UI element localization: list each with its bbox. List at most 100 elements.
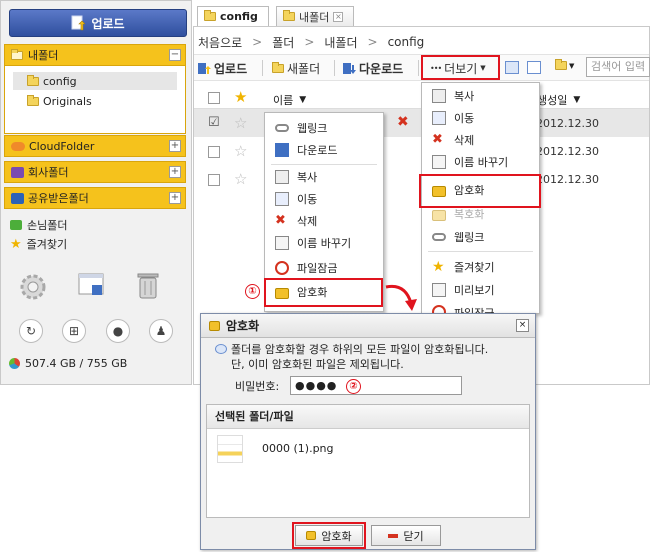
window-search-icon[interactable] bbox=[77, 270, 107, 300]
trash-icon[interactable] bbox=[133, 270, 163, 300]
search-input[interactable]: 검색어 입력 bbox=[586, 57, 650, 77]
menu-item-move[interactable]: 이동 bbox=[265, 188, 383, 210]
dialog-close-button[interactable]: × bbox=[516, 319, 529, 332]
company-folder-icon bbox=[11, 166, 24, 178]
breadcrumb-folder[interactable]: 폴더 bbox=[272, 34, 294, 51]
toolbar-download-button[interactable]: 다운로드 bbox=[343, 59, 403, 77]
company-folder-header[interactable]: 회사폴더 + bbox=[4, 161, 186, 183]
windows-icon[interactable]: ⊞ bbox=[62, 319, 86, 343]
folder-dropdown[interactable]: ▼ bbox=[555, 59, 574, 70]
menu-item-file-lock[interactable]: 파일잠금 bbox=[265, 257, 383, 279]
shared-folder-icon bbox=[11, 192, 24, 204]
cloud-icon bbox=[11, 141, 25, 151]
checkbox-checked[interactable]: ☑ bbox=[208, 116, 220, 129]
delete-icon: ✖ bbox=[275, 213, 286, 228]
breadcrumb-separator: > bbox=[367, 35, 378, 49]
my-folder-label: 내폴더 bbox=[28, 49, 59, 62]
link-icon bbox=[432, 233, 446, 241]
expand-icon[interactable]: + bbox=[169, 192, 181, 204]
cloud-folder-header[interactable]: CloudFolder + bbox=[4, 135, 186, 157]
menu-item-rename[interactable]: 이름 바꾸기 bbox=[265, 232, 383, 254]
tree-item-config[interactable]: config bbox=[13, 72, 177, 90]
upload-button[interactable]: 업로드 bbox=[9, 9, 187, 37]
menu-item-copy[interactable]: 복사 bbox=[265, 166, 383, 188]
row-checkbox[interactable] bbox=[208, 146, 220, 158]
password-input[interactable]: ●●●● bbox=[290, 376, 462, 395]
tab-label: config bbox=[220, 10, 258, 23]
password-label: 비밀번호: bbox=[235, 380, 280, 393]
toolbar-divider bbox=[418, 60, 419, 76]
upload-button-label: 업로드 bbox=[91, 16, 125, 31]
more-item-delete[interactable]: ✖ 삭제 bbox=[422, 129, 539, 151]
minus-icon bbox=[388, 533, 399, 538]
shared-folder-header[interactable]: 공유받은폴더 + bbox=[4, 187, 186, 209]
menu-item-label: 이동 bbox=[454, 112, 475, 125]
more-item-move[interactable]: 이동 bbox=[422, 107, 539, 129]
star-outline-icon[interactable]: ☆ bbox=[234, 142, 247, 160]
menu-item-label: 복사 bbox=[454, 90, 475, 103]
menu-item-label: 미리보기 bbox=[454, 284, 495, 297]
breadcrumb-config[interactable]: config bbox=[388, 35, 425, 49]
more-item-rename[interactable]: 이름 바꾸기 bbox=[422, 151, 539, 173]
menu-item-label: 이름 바꾸기 bbox=[454, 156, 509, 169]
view-list-icon[interactable] bbox=[527, 61, 541, 74]
menu-item-download[interactable]: 다운로드 bbox=[265, 139, 383, 161]
android-icon[interactable]: ♟ bbox=[149, 319, 173, 343]
star-outline-icon[interactable]: ☆ bbox=[234, 170, 247, 188]
menu-item-label: 이름 바꾸기 bbox=[297, 237, 352, 250]
folder-icon bbox=[204, 10, 216, 21]
breadcrumb-my-folder[interactable]: 내폴더 bbox=[324, 34, 357, 51]
settings-icon[interactable] bbox=[18, 272, 48, 302]
tab-config[interactable]: config bbox=[197, 6, 269, 26]
star-icon[interactable]: ★ bbox=[234, 88, 247, 106]
company-folder-label: 회사폴더 bbox=[28, 166, 69, 179]
dialog-message-line1: 폴더를 암호화할 경우 하위의 모든 파일이 암호화됩니다. bbox=[231, 343, 489, 356]
highlight-more-button bbox=[421, 55, 500, 80]
expand-icon[interactable]: + bbox=[169, 140, 181, 152]
toolbar-new-folder-button[interactable]: 새폴더 bbox=[272, 59, 320, 77]
more-item-preview[interactable]: 미리보기 bbox=[422, 279, 539, 301]
apple-icon[interactable]: ● bbox=[106, 319, 130, 343]
rename-icon bbox=[432, 155, 446, 169]
step-1-marker: ① bbox=[245, 284, 260, 299]
delete-icon[interactable]: ✖ bbox=[397, 114, 409, 130]
date-header-label: 생성일 bbox=[537, 94, 568, 107]
tree-item-originals[interactable]: Originals bbox=[27, 92, 92, 110]
menu-divider bbox=[428, 251, 533, 252]
expand-icon[interactable]: + bbox=[169, 166, 181, 178]
menu-item-weblink[interactable]: 웹링크 bbox=[265, 117, 383, 139]
sync-icon[interactable]: ↻ bbox=[19, 319, 43, 343]
dialog-message-line2: 단, 이미 암호화된 파일은 제외됩니다. bbox=[231, 358, 404, 371]
guest-folder-label: 손님폴더 bbox=[27, 219, 68, 232]
toolbar-upload-button[interactable]: 업로드 bbox=[198, 59, 247, 77]
encrypt-dialog: 암호화 × 폴더를 암호화할 경우 하위의 모든 파일이 암호화됩니다. 단, … bbox=[200, 313, 536, 550]
more-item-weblink[interactable]: 웹링크 bbox=[422, 226, 539, 248]
guest-folder-link[interactable]: 손님폴더 bbox=[10, 217, 67, 233]
select-all-checkbox[interactable] bbox=[208, 92, 220, 104]
close-tab-icon[interactable]: × bbox=[333, 11, 344, 22]
menu-divider bbox=[271, 164, 377, 165]
view-thumbnail-icon[interactable] bbox=[505, 61, 519, 74]
more-item-favorites[interactable]: ★ 즐겨찾기 bbox=[422, 256, 539, 278]
copy-icon bbox=[275, 170, 289, 184]
favorites-link[interactable]: ★ 즐겨찾기 bbox=[10, 236, 67, 252]
delete-icon: ✖ bbox=[432, 132, 443, 147]
name-column-header[interactable]: 이름 ▼ bbox=[273, 92, 306, 108]
collapse-icon[interactable]: − bbox=[169, 49, 181, 61]
dialog-cancel-button[interactable]: 닫기 bbox=[371, 525, 441, 546]
more-item-copy[interactable]: 복사 bbox=[422, 85, 539, 107]
folder-icon bbox=[283, 10, 295, 21]
menu-item-label: 삭제 bbox=[454, 134, 475, 147]
row-checkbox[interactable] bbox=[208, 174, 220, 186]
breadcrumb-home[interactable]: 처음으로 bbox=[198, 34, 242, 51]
password-value: ●●●● bbox=[295, 379, 338, 392]
tab-my-folder[interactable]: 내폴더 × bbox=[276, 6, 354, 26]
menu-item-label: 즐겨찾기 bbox=[454, 261, 495, 274]
my-folder-header[interactable]: 내폴더 − bbox=[4, 44, 186, 66]
highlight-encrypt-item bbox=[264, 278, 383, 307]
menu-item-delete[interactable]: ✖ 삭제 bbox=[265, 210, 383, 232]
sort-down-icon: ▼ bbox=[573, 95, 581, 105]
star-outline-icon[interactable]: ☆ bbox=[234, 114, 247, 132]
date-column-header[interactable]: 생성일 ▼ bbox=[537, 92, 580, 108]
toolbar-divider bbox=[334, 60, 335, 76]
